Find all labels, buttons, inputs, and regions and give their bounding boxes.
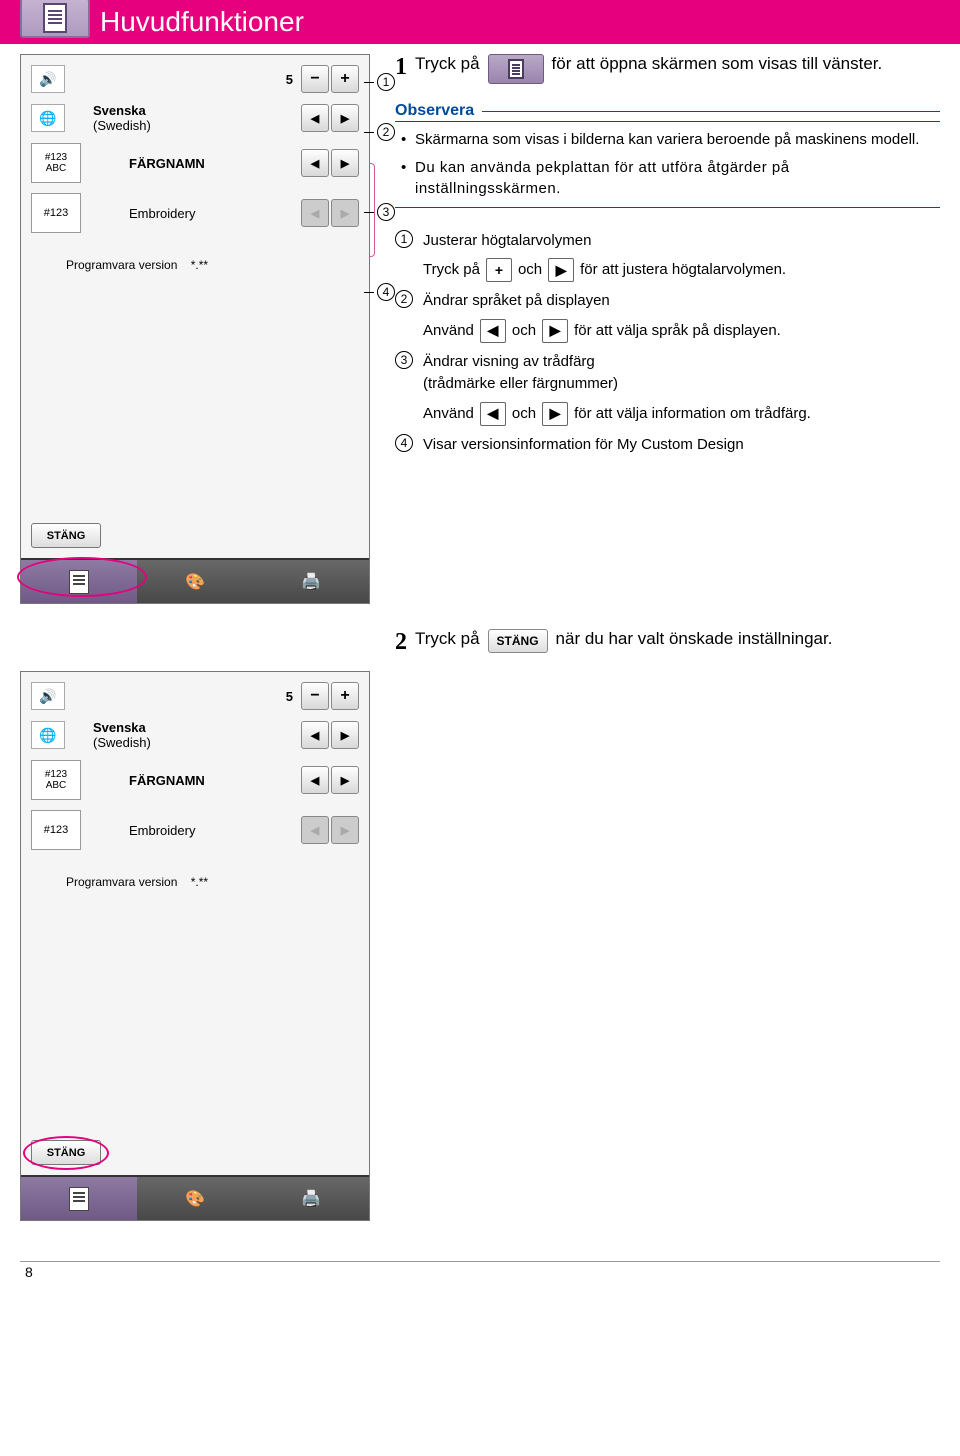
step-2-post: när du har valt önskade inställningar. xyxy=(556,629,833,649)
document-icon xyxy=(508,59,524,79)
note-title: Observera xyxy=(395,102,474,120)
next-embroidery-button xyxy=(331,199,359,227)
minus-button[interactable] xyxy=(301,65,329,93)
section-title: Huvudfunktioner xyxy=(100,6,304,37)
callout-3-num: 3 xyxy=(395,351,413,369)
callout-1-num: 1 xyxy=(395,230,413,248)
inline-settings-icon-button xyxy=(488,54,544,84)
step-2-pre: Tryck på xyxy=(415,629,480,649)
callout-3-title: Ändrar visning av trådfärg xyxy=(423,353,595,370)
language-label: Svenska xyxy=(93,103,299,118)
page-number: 8 xyxy=(25,1264,33,1280)
note-item-2: Du kan använda pekplattan för att utföra… xyxy=(401,158,940,199)
thread-123-icon: #123 xyxy=(31,193,81,233)
thread-123-icon: #123 xyxy=(31,810,81,850)
bottom-bar: 🎨 🖨️ xyxy=(21,558,369,603)
tab-document[interactable] xyxy=(21,1175,137,1220)
embroidery-label: Embroidery xyxy=(89,206,299,221)
prev-embroidery-button xyxy=(301,199,329,227)
next-thread-name-button[interactable] xyxy=(331,766,359,794)
callout-1-title: Justerar högtalarvolymen xyxy=(423,230,591,253)
globe-icon: 🌐 xyxy=(31,721,65,749)
step-1-post: för att öppna skärmen som visas till vän… xyxy=(552,54,883,74)
section-header: Huvudfunktioner xyxy=(0,0,960,44)
speaker-icon: 🔊 xyxy=(31,682,65,710)
step-1-num: 1 xyxy=(395,54,407,81)
globe-icon: 🌐 xyxy=(31,104,65,132)
step-2: 2 Tryck på STÄNG när du har valt önskade… xyxy=(395,629,940,656)
prev-embroidery-button xyxy=(301,816,329,844)
callout-2-num: 2 xyxy=(395,290,413,308)
right-arrow-key: ▶ xyxy=(548,258,574,282)
prev-language-button[interactable] xyxy=(301,721,329,749)
marker-2: 2 xyxy=(364,123,395,141)
speaker-icon: 🔊 xyxy=(31,65,65,93)
close-button[interactable]: STÄNG xyxy=(31,523,101,548)
version-row: Programvara version *.** xyxy=(66,258,359,272)
language-row: 🌐 Svenska (Swedish) xyxy=(31,103,359,133)
prev-thread-name-button[interactable] xyxy=(301,149,329,177)
prev-thread-name-button[interactable] xyxy=(301,766,329,794)
volume-row: 🔊 5 xyxy=(31,65,359,93)
tab-palette[interactable]: 🎨 xyxy=(137,558,253,603)
settings-screenshot-1: 🔊 5 🌐 Svenska (Swedish) #123 ABC FÄRGNAM… xyxy=(20,54,370,604)
minus-button[interactable] xyxy=(301,682,329,710)
next-thread-name-button[interactable] xyxy=(331,149,359,177)
plus-button[interactable] xyxy=(331,682,359,710)
embroidery-row: #123 Embroidery xyxy=(31,193,359,233)
next-language-button[interactable] xyxy=(331,721,359,749)
step-1-pre: Tryck på xyxy=(415,54,480,74)
right-arrow-key: ▶ xyxy=(542,402,568,426)
tab-machine[interactable]: 🖨️ xyxy=(253,1175,369,1220)
settings-screenshot-2: 🔊 5 🌐 Svenska (Swedish) #123 ABC FÄRGNAM… xyxy=(20,671,370,1221)
document-icon xyxy=(43,3,67,33)
thread-123abc-icon: #123 ABC xyxy=(31,143,81,183)
right-arrow-key: ▶ xyxy=(542,319,568,343)
tab-document[interactable] xyxy=(21,558,137,603)
step-2-num: 2 xyxy=(395,629,407,656)
marker-3: 3 xyxy=(364,203,395,221)
next-embroidery-button xyxy=(331,816,359,844)
tab-palette[interactable]: 🎨 xyxy=(137,1175,253,1220)
prev-language-button[interactable] xyxy=(301,104,329,132)
volume-value: 5 xyxy=(286,72,293,87)
marker-4: 4 xyxy=(364,283,395,301)
plus-key: + xyxy=(486,258,512,282)
tab-machine[interactable]: 🖨️ xyxy=(253,558,369,603)
next-language-button[interactable] xyxy=(331,104,359,132)
language-sub: (Swedish) xyxy=(93,118,299,133)
document-tab-icon xyxy=(69,1187,89,1211)
close-button[interactable]: STÄNG xyxy=(31,1140,101,1165)
callout-list: 1 Justerar högtalarvolymen Tryck på + oc… xyxy=(395,230,940,457)
note-box: Observera Skärmarna som visas i bilderna… xyxy=(395,102,940,208)
callout-2-title: Ändrar språket på displayen xyxy=(423,290,610,313)
left-arrow-key: ◀ xyxy=(480,402,506,426)
plus-button[interactable] xyxy=(331,65,359,93)
left-arrow-key: ◀ xyxy=(480,319,506,343)
note-item-1: Skärmarna som visas i bilderna kan varie… xyxy=(401,130,940,150)
thread-name-row: #123 ABC FÄRGNAMN xyxy=(31,143,359,183)
inline-close-button: STÄNG xyxy=(488,629,548,653)
marker-1: 1 xyxy=(364,73,395,91)
callout-4-title: Visar versionsinformation för My Custom … xyxy=(423,434,744,457)
document-tab-icon xyxy=(69,570,89,594)
thread-name-label: FÄRGNAMN xyxy=(89,156,299,171)
callout-3-subtitle: (trådmärke eller färgnummer) xyxy=(423,375,618,392)
step-1: 1 Tryck på för att öppna skärmen som vis… xyxy=(395,54,940,84)
settings-screen-icon xyxy=(20,0,90,38)
thread-123abc-icon: #123 ABC xyxy=(31,760,81,800)
callout-4-num: 4 xyxy=(395,434,413,452)
